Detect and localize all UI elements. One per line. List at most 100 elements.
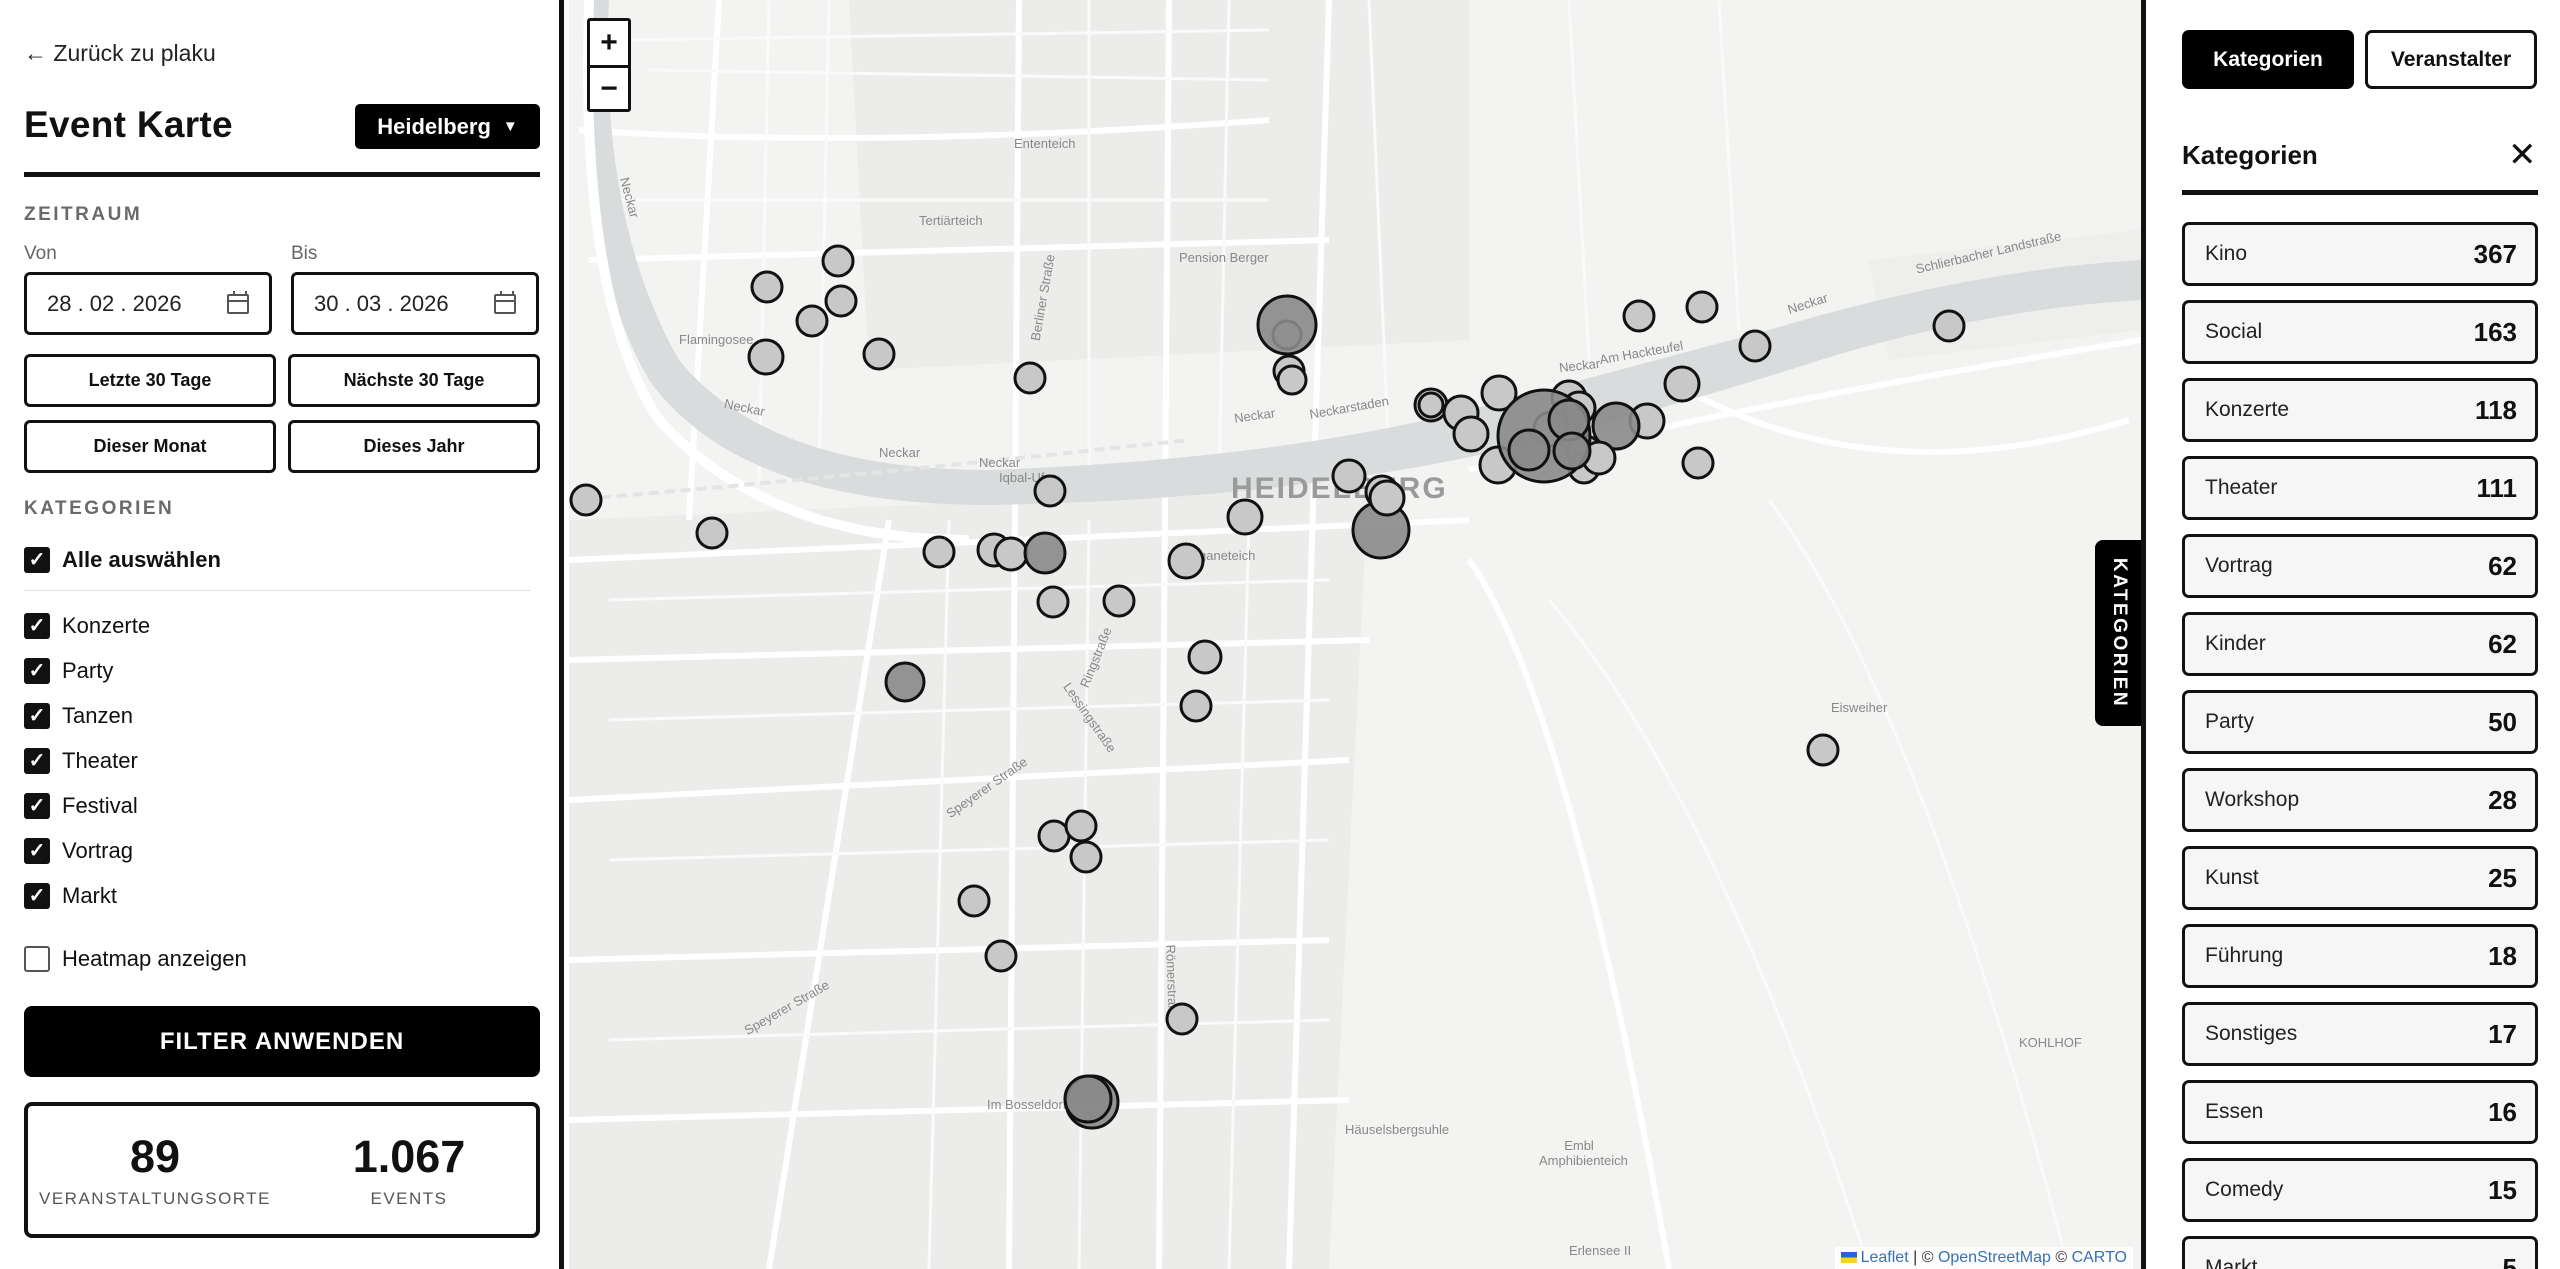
category-item[interactable]: Theater 111 xyxy=(2182,456,2538,520)
category-item[interactable]: Kino 367 xyxy=(2182,222,2538,286)
bis-date-input[interactable]: 30 . 03 . 2026 xyxy=(291,272,539,335)
category-item-count: 367 xyxy=(2473,238,2517,269)
kategorien-side-tab[interactable]: KATEGORIEN xyxy=(2095,540,2143,726)
venue-marker[interactable] xyxy=(1063,1074,1113,1124)
category-item[interactable]: Workshop 28 xyxy=(2182,768,2538,832)
category-checkbox-markt[interactable]: ✓ Markt xyxy=(24,883,117,909)
venue-marker[interactable] xyxy=(1806,733,1840,767)
category-label: Vortrag xyxy=(62,838,133,863)
check-icon: ✓ xyxy=(24,748,50,774)
events-count: 1.067 xyxy=(352,1131,466,1182)
venue-marker[interactable] xyxy=(1187,639,1223,675)
venue-marker[interactable] xyxy=(1276,364,1308,396)
venue-marker[interactable] xyxy=(1681,446,1715,480)
category-item[interactable]: Party 50 xyxy=(2182,690,2538,754)
category-item-name: Kinder xyxy=(2205,632,2266,655)
back-link[interactable]: ← Zurück zu plaku xyxy=(24,40,216,67)
event-map[interactable]: Neckar Neckar Neckar Neckar Neckar Necka… xyxy=(569,0,2141,1269)
category-label: Party xyxy=(62,658,114,683)
calendar-icon[interactable] xyxy=(227,290,249,314)
category-item-name: Führung xyxy=(2205,944,2284,967)
venue-marker[interactable] xyxy=(884,661,926,703)
venue-marker[interactable] xyxy=(695,516,729,550)
tab-veranstalter[interactable]: Veranstalter xyxy=(2365,30,2537,89)
venue-marker[interactable] xyxy=(1064,809,1098,843)
last-30-days-button[interactable]: Letzte 30 Tage xyxy=(24,354,276,407)
category-checkbox-party[interactable]: ✓ Party xyxy=(24,658,113,684)
venue-marker[interactable] xyxy=(1179,689,1213,723)
venue-marker[interactable] xyxy=(1452,415,1490,453)
venue-marker[interactable] xyxy=(1552,431,1592,471)
category-item-name: Vortrag xyxy=(2205,554,2273,577)
this-month-button[interactable]: Dieser Monat xyxy=(24,420,276,473)
venue-marker[interactable] xyxy=(1331,458,1367,494)
category-item[interactable]: Konzerte 118 xyxy=(2182,378,2538,442)
category-item[interactable]: Essen 16 xyxy=(2182,1080,2538,1144)
category-item[interactable]: Social 163 xyxy=(2182,300,2538,364)
venue-marker[interactable] xyxy=(1368,479,1406,517)
carto-link[interactable]: CARTO xyxy=(2072,1249,2127,1266)
apply-filter-button[interactable]: FILTER ANWENDEN xyxy=(24,1006,540,1077)
venue-markers[interactable] xyxy=(569,0,2141,1269)
venue-marker[interactable] xyxy=(750,270,784,304)
venue-marker[interactable] xyxy=(1102,584,1136,618)
category-checkbox-tanzen[interactable]: ✓ Tanzen xyxy=(24,703,133,729)
venue-marker[interactable] xyxy=(1226,498,1264,536)
tab-kategorien[interactable]: Kategorien xyxy=(2182,30,2354,89)
category-checkbox-konzerte[interactable]: ✓ Konzerte xyxy=(24,613,150,639)
leaflet-link[interactable]: Leaflet xyxy=(1861,1249,1909,1266)
venue-marker[interactable] xyxy=(1738,329,1772,363)
venue-marker[interactable] xyxy=(1417,391,1445,419)
calendar-icon[interactable] xyxy=(494,290,516,314)
venue-marker[interactable] xyxy=(1165,1002,1199,1036)
category-label: Festival xyxy=(62,793,138,818)
category-item[interactable]: Comedy 15 xyxy=(2182,1158,2538,1222)
category-item[interactable]: Führung 18 xyxy=(2182,924,2538,988)
category-item-name: Party xyxy=(2205,710,2255,733)
this-year-button[interactable]: Dieses Jahr xyxy=(288,420,540,473)
venue-marker[interactable] xyxy=(747,338,785,376)
select-all-checkbox[interactable]: ✓ Alle auswählen xyxy=(24,547,221,573)
check-icon: ✓ xyxy=(24,613,50,639)
venue-marker[interactable] xyxy=(922,535,956,569)
venue-marker[interactable] xyxy=(1622,299,1656,333)
venue-marker[interactable] xyxy=(1167,542,1205,580)
venue-marker[interactable] xyxy=(984,939,1018,973)
zoom-out-button[interactable]: − xyxy=(590,65,628,109)
venue-marker[interactable] xyxy=(1932,309,1966,343)
category-checkbox-festival[interactable]: ✓ Festival xyxy=(24,793,138,819)
venue-marker[interactable] xyxy=(821,244,855,278)
venue-marker[interactable] xyxy=(1069,840,1103,874)
venue-marker[interactable] xyxy=(1663,365,1701,403)
checkbox-empty-icon xyxy=(24,946,50,972)
von-date-input[interactable]: 28 . 02 . 2026 xyxy=(24,272,272,335)
venue-marker[interactable] xyxy=(1013,361,1047,395)
check-icon: ✓ xyxy=(24,547,50,573)
osm-link[interactable]: OpenStreetMap xyxy=(1938,1249,2051,1266)
venue-marker[interactable] xyxy=(957,884,991,918)
category-checkbox-theater[interactable]: ✓ Theater xyxy=(24,748,138,774)
category-item[interactable]: Sonstiges 17 xyxy=(2182,1002,2538,1066)
venue-marker[interactable] xyxy=(1037,819,1071,853)
next-30-days-button[interactable]: Nächste 30 Tage xyxy=(288,354,540,407)
venue-marker[interactable] xyxy=(862,337,896,371)
category-item[interactable]: Markt 5 xyxy=(2182,1236,2538,1269)
venue-marker[interactable] xyxy=(993,536,1029,572)
category-checkbox-vortrag[interactable]: ✓ Vortrag xyxy=(24,838,133,864)
venue-marker[interactable] xyxy=(1256,294,1318,356)
venue-marker[interactable] xyxy=(795,304,829,338)
heatmap-checkbox[interactable]: Heatmap anzeigen xyxy=(24,946,247,972)
venue-marker[interactable] xyxy=(1036,585,1070,619)
venue-marker[interactable] xyxy=(1023,531,1067,575)
venue-marker[interactable] xyxy=(1033,474,1067,508)
city-select[interactable]: Heidelberg ▼ xyxy=(355,104,540,149)
category-item[interactable]: Kinder 62 xyxy=(2182,612,2538,676)
venue-marker[interactable] xyxy=(824,284,858,318)
venue-marker[interactable] xyxy=(1685,290,1719,324)
zoom-in-button[interactable]: + xyxy=(590,21,628,65)
category-item[interactable]: Kunst 25 xyxy=(2182,846,2538,910)
close-icon[interactable]: ✕ xyxy=(2508,138,2537,172)
venue-marker[interactable] xyxy=(569,483,603,517)
venue-marker[interactable] xyxy=(1507,428,1551,472)
category-item[interactable]: Vortrag 62 xyxy=(2182,534,2538,598)
